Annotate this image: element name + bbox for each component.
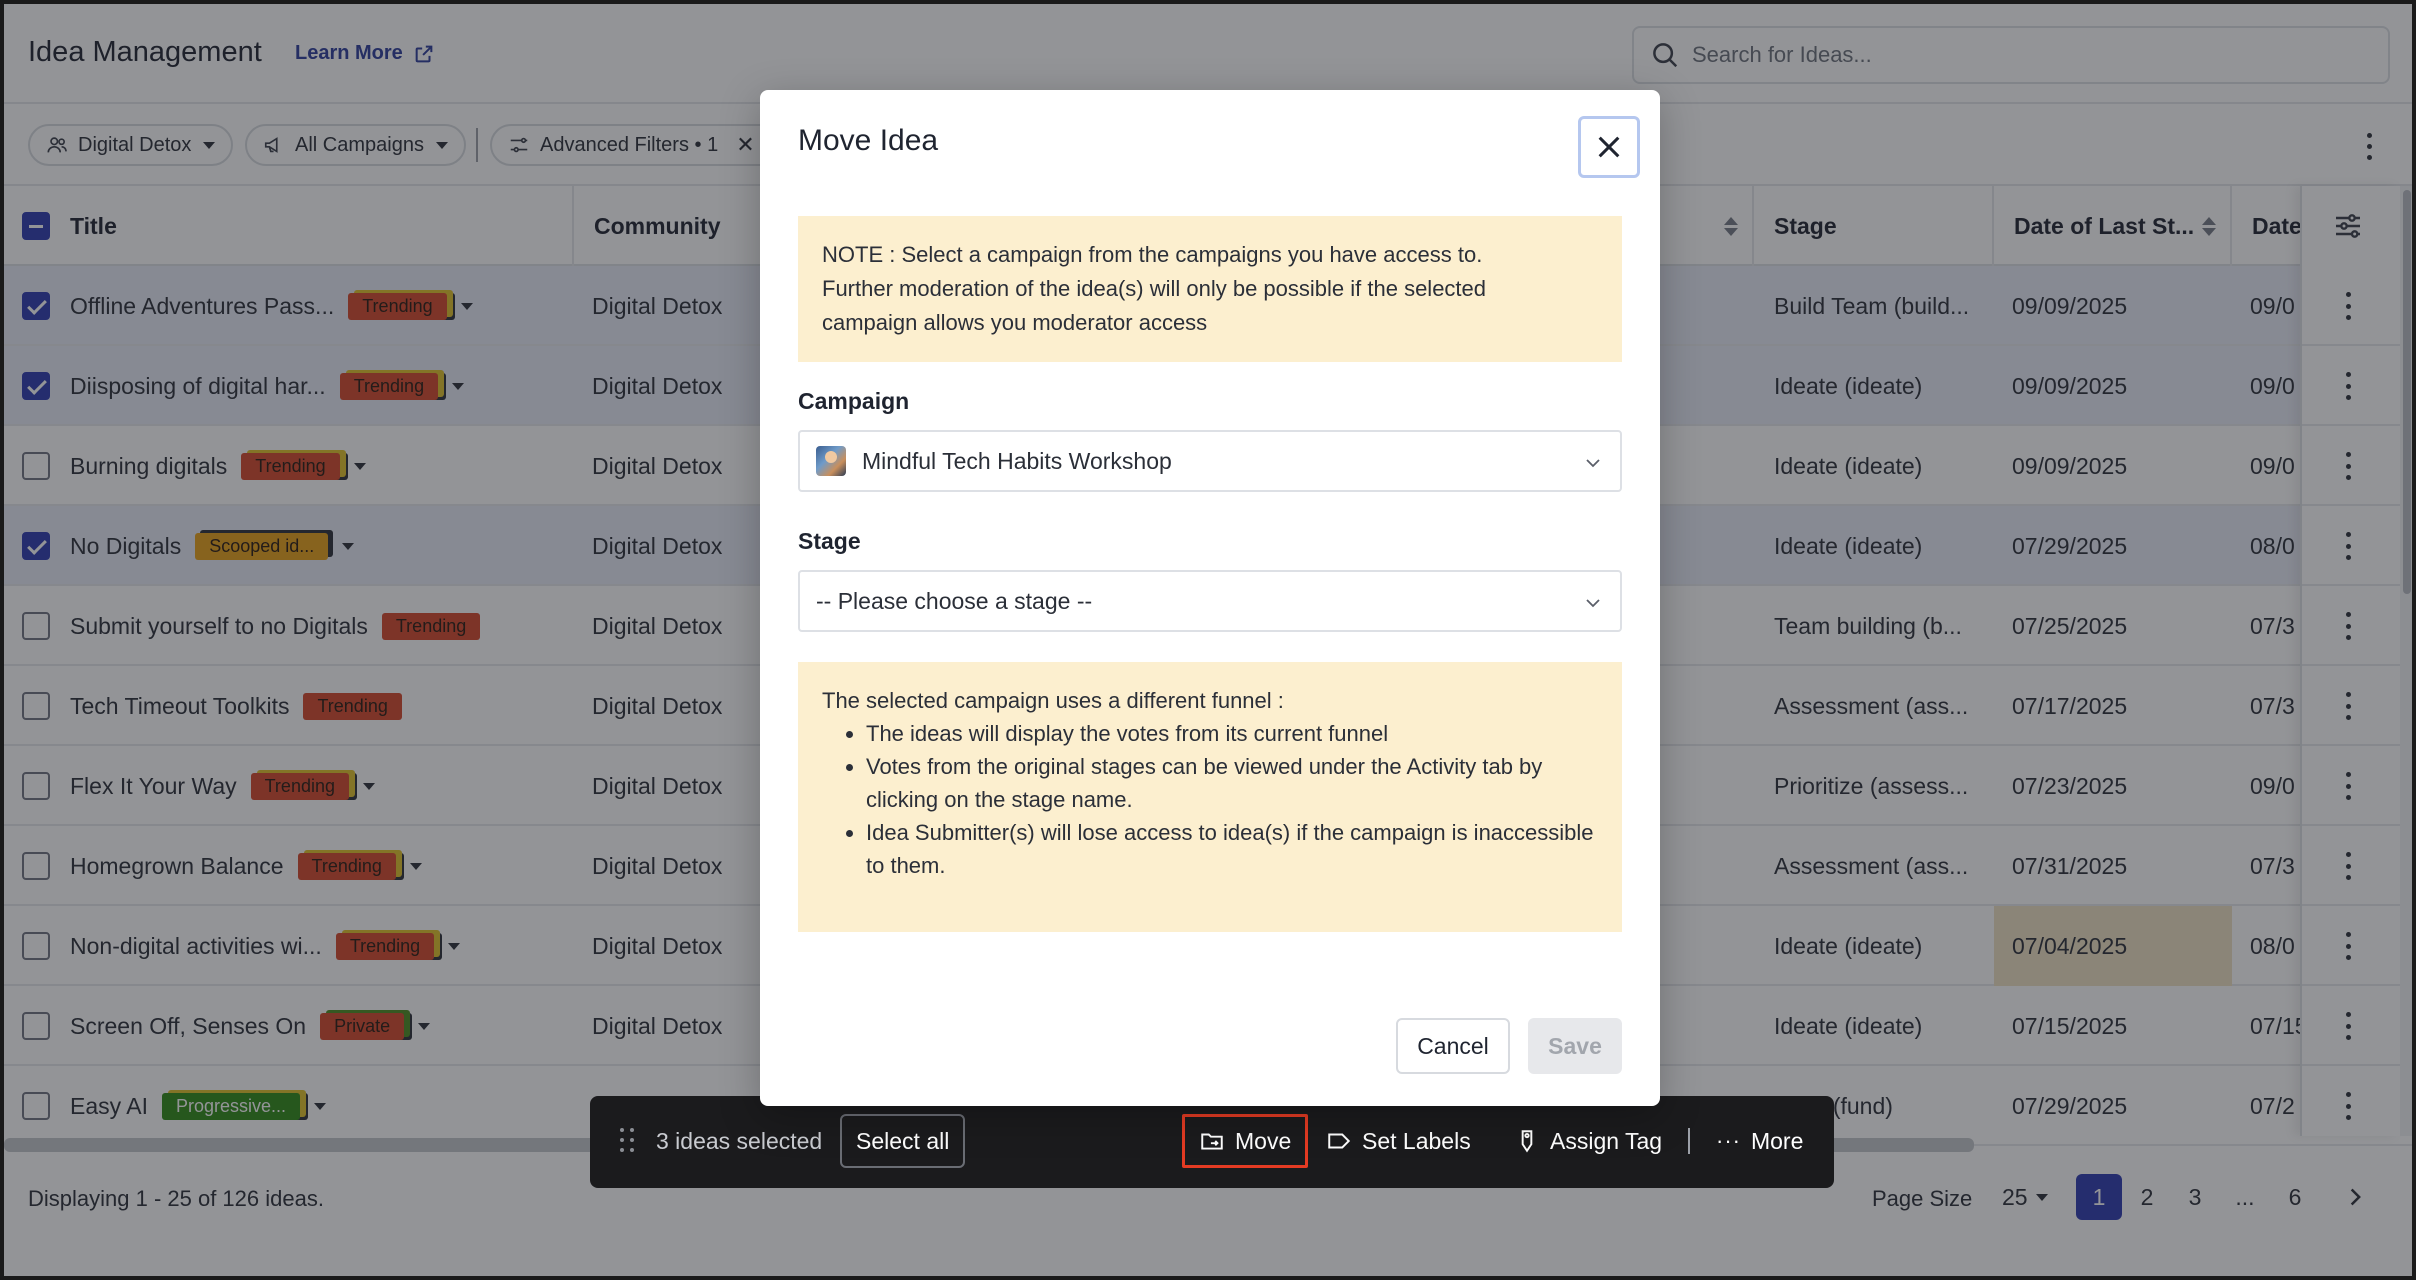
- select-all-button[interactable]: Select all: [840, 1114, 966, 1168]
- move-idea-dialog: Move Idea NOTE : Select a campaign from …: [760, 90, 1660, 1106]
- campaign-label: Campaign: [798, 388, 910, 414]
- stage-select[interactable]: -- Please choose a stage --: [798, 570, 1622, 632]
- drag-handle-icon[interactable]: [620, 1128, 636, 1154]
- funnel-warning-item: The ideas will display the votes from it…: [866, 717, 1598, 750]
- ellipsis-icon: ···: [1716, 1128, 1741, 1153]
- campaign-select[interactable]: Mindful Tech Habits Workshop: [798, 430, 1622, 492]
- tag-icon: [1521, 1130, 1533, 1153]
- more-actions-button[interactable]: ··· More: [1716, 1114, 1803, 1168]
- cancel-button[interactable]: Cancel: [1396, 1018, 1510, 1074]
- chevron-down-icon: [1586, 459, 1600, 468]
- folder-move-icon: [1201, 1133, 1223, 1150]
- chevron-down-icon: [1586, 599, 1600, 608]
- move-button[interactable]: Move: [1182, 1114, 1309, 1168]
- funnel-warning: The selected campaign uses a different f…: [798, 662, 1622, 932]
- action-bar-divider: [1688, 1128, 1690, 1154]
- funnel-warning-item: Idea Submitter(s) will lose access to id…: [866, 816, 1598, 882]
- bulk-action-bar: 3 ideas selected Select all Move Set Lab…: [590, 1096, 1834, 1188]
- set-labels-button[interactable]: Set Labels: [1326, 1114, 1471, 1168]
- funnel-warning-item: Votes from the original stages can be vi…: [866, 750, 1598, 816]
- close-button[interactable]: [1578, 116, 1640, 178]
- close-icon: [1598, 136, 1620, 158]
- label-icon: [1328, 1133, 1351, 1149]
- funnel-warning-list: The ideas will display the votes from it…: [866, 717, 1598, 882]
- campaign-avatar: [816, 446, 846, 476]
- campaign-select-value: Mindful Tech Habits Workshop: [862, 447, 1172, 474]
- stage-label: Stage: [798, 528, 861, 554]
- app-window: Idea Management Learn More Digital Detox: [0, 0, 2416, 1280]
- dialog-title: Move Idea: [798, 124, 939, 157]
- assign-tag-button[interactable]: Assign Tag: [1514, 1114, 1662, 1168]
- selection-count: 3 ideas selected: [656, 1128, 823, 1154]
- save-button[interactable]: Save: [1528, 1018, 1622, 1074]
- stage-select-placeholder: -- Please choose a stage --: [816, 587, 1093, 614]
- access-note: NOTE : Select a campaign from the campai…: [798, 216, 1622, 362]
